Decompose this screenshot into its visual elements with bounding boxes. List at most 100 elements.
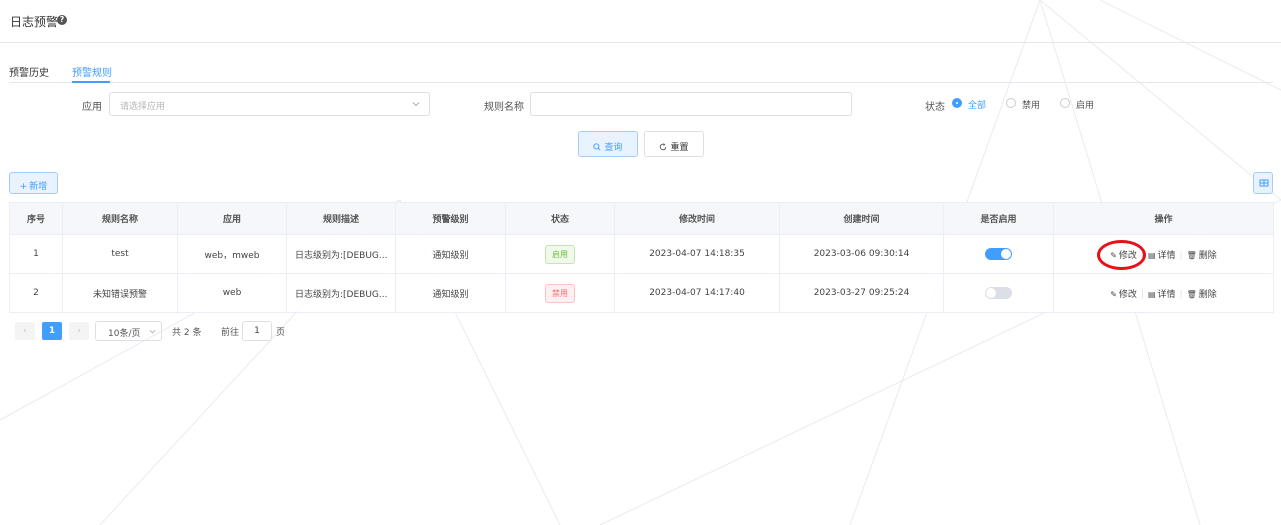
- edit-icon: ✎: [1110, 289, 1117, 299]
- cell-desc: 日志级别为:[DEBUG...: [286, 234, 396, 274]
- col-header-name: 规则名称: [62, 202, 178, 235]
- rule-name-label: 规则名称: [484, 102, 524, 113]
- edit-button[interactable]: ✎ 修改: [1110, 287, 1137, 300]
- page-header: 日志预警 ?: [0, 0, 1281, 43]
- page-title: 日志预警: [10, 15, 59, 29]
- cell-app: web，mweb: [177, 234, 287, 274]
- cell-index: 1: [9, 234, 63, 274]
- cell-level: 通知级别: [395, 234, 506, 274]
- prev-page-button[interactable]: ‹: [15, 322, 35, 340]
- detail-button[interactable]: ▤ 详情: [1148, 287, 1176, 300]
- cell-app: web: [177, 273, 287, 313]
- radio-status-enabled[interactable]: [1060, 98, 1070, 108]
- detail-label: 详情: [1157, 289, 1176, 300]
- active-tab-indicator: [72, 81, 110, 83]
- radio-label-all[interactable]: 全部: [968, 98, 986, 111]
- detail-label: 详情: [1157, 250, 1176, 261]
- status-badge: 启用: [545, 244, 575, 264]
- status-badge: 禁用: [545, 283, 575, 303]
- trash-icon: 🗑: [1186, 289, 1197, 299]
- page-number-current[interactable]: 1: [42, 322, 62, 340]
- radio-status-disabled[interactable]: [1006, 98, 1016, 108]
- reset-button[interactable]: 重置: [644, 131, 704, 157]
- trash-icon: 🗑: [1186, 250, 1197, 260]
- goto-label: 前往: [221, 328, 240, 338]
- column-settings-button[interactable]: [1253, 172, 1273, 194]
- cell-status: 启用: [505, 234, 615, 274]
- query-button[interactable]: 查询: [578, 131, 638, 157]
- app-filter-label: 应用: [82, 102, 102, 113]
- app-select-placeholder: 请选择应用: [120, 102, 166, 112]
- query-button-label: 查询: [604, 143, 623, 153]
- rule-name-input[interactable]: [530, 92, 852, 116]
- radio-label-enabled[interactable]: 启用: [1076, 98, 1094, 111]
- delete-label: 删除: [1198, 289, 1217, 300]
- table-row: 2 未知错误预警 web 日志级别为:[DEBUG... 通知级别 禁用 202…: [9, 273, 1274, 313]
- edit-label: 修改: [1118, 289, 1137, 300]
- status-filter-label: 状态: [925, 102, 945, 113]
- document-icon: ▤: [1147, 289, 1156, 299]
- cell-modified: 2023-04-07 14:18:35: [614, 234, 780, 274]
- page-size-select[interactable]: 10条/页: [95, 321, 162, 341]
- cell-level: 通知级别: [395, 273, 506, 313]
- col-header-modified: 修改时间: [614, 202, 780, 235]
- tab-bar: 预警历史 预警规则: [9, 56, 1273, 83]
- cell-actions: ✎ 修改 | ▤ 详情 | 🗑 删除: [1053, 273, 1274, 313]
- app-select[interactable]: 请选择应用: [109, 92, 430, 116]
- page-unit-label: 页: [276, 328, 286, 338]
- table-row: 1 test web，mweb 日志级别为:[DEBUG... 通知级别 启用 …: [9, 234, 1274, 274]
- cell-status: 禁用: [505, 273, 615, 313]
- document-icon: ▤: [1147, 250, 1156, 260]
- col-header-enabled: 是否启用: [943, 202, 1054, 235]
- enable-toggle[interactable]: [985, 248, 1012, 260]
- page-size-value: 10条/页: [108, 329, 141, 339]
- cell-name: test: [62, 234, 178, 274]
- delete-label: 删除: [1198, 250, 1217, 261]
- tab-alert-rules[interactable]: 预警规则: [72, 64, 112, 79]
- chevron-down-icon: [412, 102, 420, 107]
- table-header-row: 序号 规则名称 应用 规则描述 预警级别 状态 修改时间 创建时间 是否启用 操…: [9, 202, 1274, 235]
- plus-icon: +: [19, 182, 28, 192]
- grid-icon: [1259, 179, 1269, 187]
- cell-created: 2023-03-06 09:30:14: [779, 234, 944, 274]
- add-button-label: 新增: [29, 182, 48, 192]
- toggle-knob: [986, 288, 996, 298]
- col-header-app: 应用: [177, 202, 287, 235]
- radio-status-all[interactable]: [952, 98, 962, 108]
- cell-created: 2023-03-27 09:25:24: [779, 273, 944, 313]
- toggle-knob: [1001, 249, 1011, 259]
- add-button[interactable]: + 新增: [9, 172, 58, 194]
- cell-modified: 2023-04-07 14:17:40: [614, 273, 780, 313]
- rules-table: 序号 规则名称 应用 规则描述 预警级别 状态 修改时间 创建时间 是否启用 操…: [9, 202, 1274, 313]
- goto-page-input[interactable]: 1: [242, 321, 272, 341]
- delete-button[interactable]: 🗑 删除: [1187, 248, 1217, 261]
- col-header-desc: 规则描述: [286, 202, 396, 235]
- total-count: 共 2 条: [172, 328, 202, 338]
- delete-button[interactable]: 🗑 删除: [1187, 287, 1217, 300]
- cell-index: 2: [9, 273, 63, 313]
- cell-enabled: [943, 234, 1054, 274]
- col-header-level: 预警级别: [395, 202, 506, 235]
- chevron-down-icon: [149, 329, 156, 334]
- col-header-actions: 操作: [1053, 202, 1274, 235]
- tab-alert-history[interactable]: 预警历史: [9, 64, 49, 79]
- refresh-icon: [660, 143, 667, 151]
- col-header-status: 状态: [505, 202, 615, 235]
- search-icon: [593, 143, 602, 151]
- question-circle-icon[interactable]: ?: [57, 15, 67, 25]
- cell-name: 未知错误预警: [62, 273, 178, 313]
- cell-enabled: [943, 273, 1054, 313]
- radio-label-disabled[interactable]: 禁用: [1022, 98, 1040, 111]
- cell-actions: ✎ 修改 | ▤ 详情 | 🗑 删除: [1053, 234, 1274, 274]
- cell-desc: 日志级别为:[DEBUG...: [286, 273, 396, 313]
- col-header-index: 序号: [9, 202, 63, 235]
- enable-toggle[interactable]: [985, 287, 1012, 299]
- action-divider: |: [1179, 289, 1183, 300]
- action-divider: |: [1179, 250, 1183, 261]
- action-divider: |: [1140, 289, 1144, 300]
- highlight-circle: [1097, 240, 1146, 270]
- detail-button[interactable]: ▤ 详情: [1148, 248, 1176, 261]
- reset-button-label: 重置: [670, 143, 689, 153]
- col-header-created: 创建时间: [779, 202, 944, 235]
- next-page-button[interactable]: ›: [69, 322, 89, 340]
